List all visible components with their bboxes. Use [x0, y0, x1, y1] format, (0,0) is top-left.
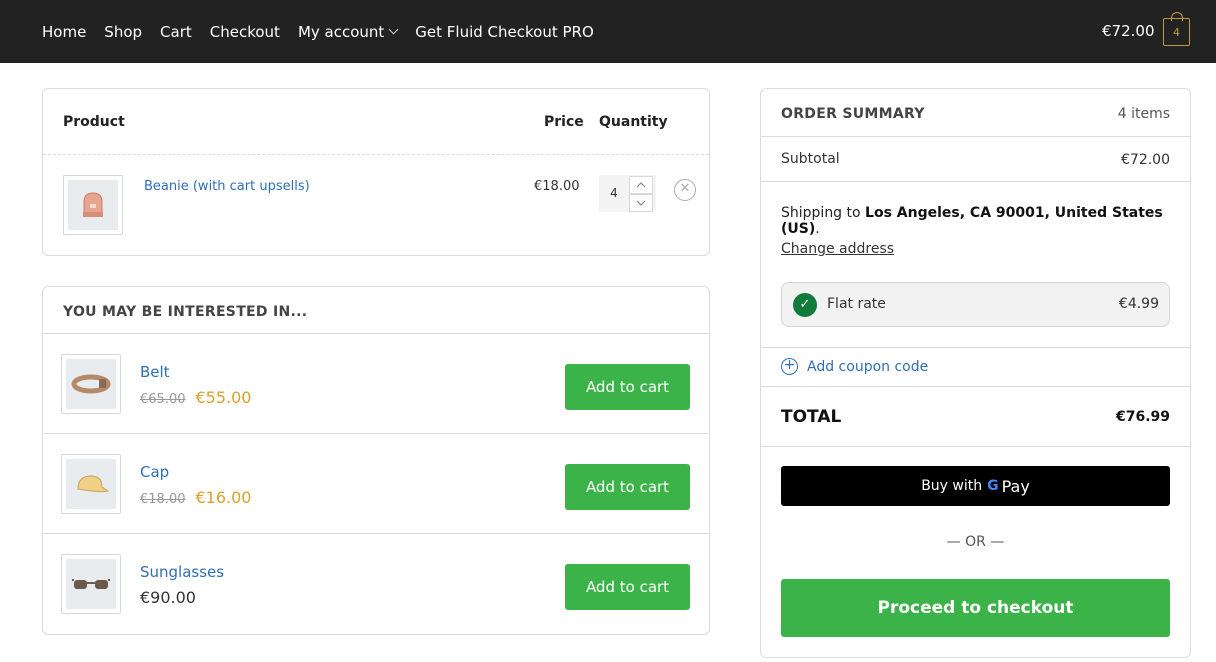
cart-item-name[interactable]: Beanie (with cart upsells)	[144, 179, 310, 194]
sunglasses-icon	[66, 559, 116, 609]
shopping-bag-icon[interactable]: 4	[1163, 12, 1190, 46]
column-header-quantity: Quantity	[599, 114, 668, 130]
header-cart-total[interactable]: €72.00	[1102, 22, 1155, 40]
upsell-item-price: €65.00 €55.00	[140, 388, 251, 407]
nav-get-pro[interactable]: Get Fluid Checkout PRO	[415, 23, 593, 41]
divider	[43, 333, 709, 334]
cart-table: Product Price Quantity Beanie (with cart…	[42, 88, 710, 256]
add-to-cart-button[interactable]: Add to cart	[565, 364, 690, 410]
divider	[761, 136, 1190, 137]
divider	[761, 347, 1190, 348]
add-to-cart-button[interactable]: Add to cart	[565, 564, 690, 610]
remove-item-button[interactable]: ✕	[674, 179, 696, 201]
or-separator: — OR —	[946, 534, 1005, 550]
upsell-item-price: €18.00 €16.00	[140, 488, 251, 507]
shipping-prefix: Shipping to	[781, 205, 866, 221]
close-icon: ✕	[679, 181, 691, 196]
add-coupon-link[interactable]: + Add coupon code	[781, 358, 928, 375]
divider	[43, 533, 709, 534]
plus-circle-icon: +	[781, 358, 798, 375]
chevron-up-icon	[636, 182, 646, 188]
nav-cart[interactable]: Cart	[160, 23, 192, 41]
divider	[761, 446, 1190, 447]
check-icon: ✓	[793, 293, 817, 317]
upsells-title: YOU MAY BE INTERESTED IN...	[63, 304, 308, 320]
cap-icon	[66, 459, 116, 509]
product-thumbnail[interactable]	[61, 454, 121, 514]
upsell-item-name[interactable]: Sunglasses	[140, 563, 224, 581]
google-pay-button[interactable]: Buy with G Pay	[781, 466, 1170, 506]
upsell-item-price: €90.00	[140, 588, 196, 607]
product-thumbnail[interactable]	[61, 554, 121, 614]
divider	[761, 181, 1190, 182]
quantity-decrease-button[interactable]	[629, 194, 653, 212]
order-summary-title: ORDER SUMMARY	[781, 106, 925, 122]
add-coupon-label: Add coupon code	[807, 358, 929, 375]
nav-my-account-label: My account	[297, 22, 385, 41]
column-header-product: Product	[63, 114, 125, 130]
quantity-value[interactable]: 4	[599, 175, 629, 212]
subtotal-label: Subtotal	[781, 151, 840, 167]
change-address-link[interactable]: Change address	[781, 241, 894, 257]
total-value: €76.99	[1115, 409, 1170, 425]
item-count: 4 items	[1117, 106, 1170, 122]
google-pay-label: Buy with	[921, 478, 983, 494]
column-header-price: Price	[544, 114, 584, 130]
add-to-cart-button[interactable]: Add to cart	[565, 464, 690, 510]
nav-checkout[interactable]: Checkout	[210, 23, 280, 41]
nav-shop[interactable]: Shop	[104, 23, 142, 41]
sale-price: €55.00	[195, 388, 252, 407]
original-price: €65.00	[140, 392, 186, 407]
chevron-down-icon	[388, 24, 399, 35]
quantity-stepper[interactable]: 4	[599, 175, 656, 212]
quantity-increase-button[interactable]	[629, 176, 653, 194]
upsells-section: YOU MAY BE INTERESTED IN... Belt €65.00 €…	[42, 286, 710, 635]
cart-item-price: €18.00	[534, 179, 580, 194]
shipping-destination: Shipping to Los Angeles, CA 90001, Unite…	[781, 205, 1181, 237]
subtotal-value: €72.00	[1121, 152, 1170, 168]
upsell-item-name[interactable]: Belt	[140, 363, 170, 381]
belt-icon	[66, 359, 116, 409]
chevron-down-icon	[636, 200, 646, 206]
divider	[43, 433, 709, 434]
regular-price: €90.00	[140, 588, 196, 607]
original-price: €18.00	[140, 492, 186, 507]
product-thumbnail[interactable]	[63, 175, 123, 235]
top-navigation-bar: Home Shop Cart Checkout My account Get F…	[0, 0, 1216, 63]
shipping-method-price: €4.99	[1118, 296, 1159, 312]
beanie-icon	[68, 180, 118, 230]
google-g-icon: G	[987, 478, 999, 494]
divider	[43, 154, 709, 155]
shipping-method-label: Flat rate	[827, 296, 886, 312]
shipping-suffix: .	[815, 221, 820, 237]
order-summary: ORDER SUMMARY 4 items Subtotal €72.00 Sh…	[760, 88, 1191, 658]
proceed-to-checkout-button[interactable]: Proceed to checkout	[781, 579, 1170, 637]
nav-home[interactable]: Home	[42, 23, 86, 41]
upsell-item-name[interactable]: Cap	[140, 463, 169, 481]
google-pay-brand: Pay	[1001, 476, 1030, 496]
product-thumbnail[interactable]	[61, 354, 121, 414]
cart-count-badge: 4	[1173, 25, 1180, 39]
nav-my-account[interactable]: My account	[297, 22, 399, 41]
main-nav: Home Shop Cart Checkout My account Get F…	[42, 0, 612, 63]
shipping-method-option[interactable]: ✓ Flat rate €4.99	[781, 282, 1170, 327]
divider	[761, 386, 1190, 387]
sale-price: €16.00	[195, 488, 252, 507]
total-label: TOTAL	[781, 407, 842, 427]
